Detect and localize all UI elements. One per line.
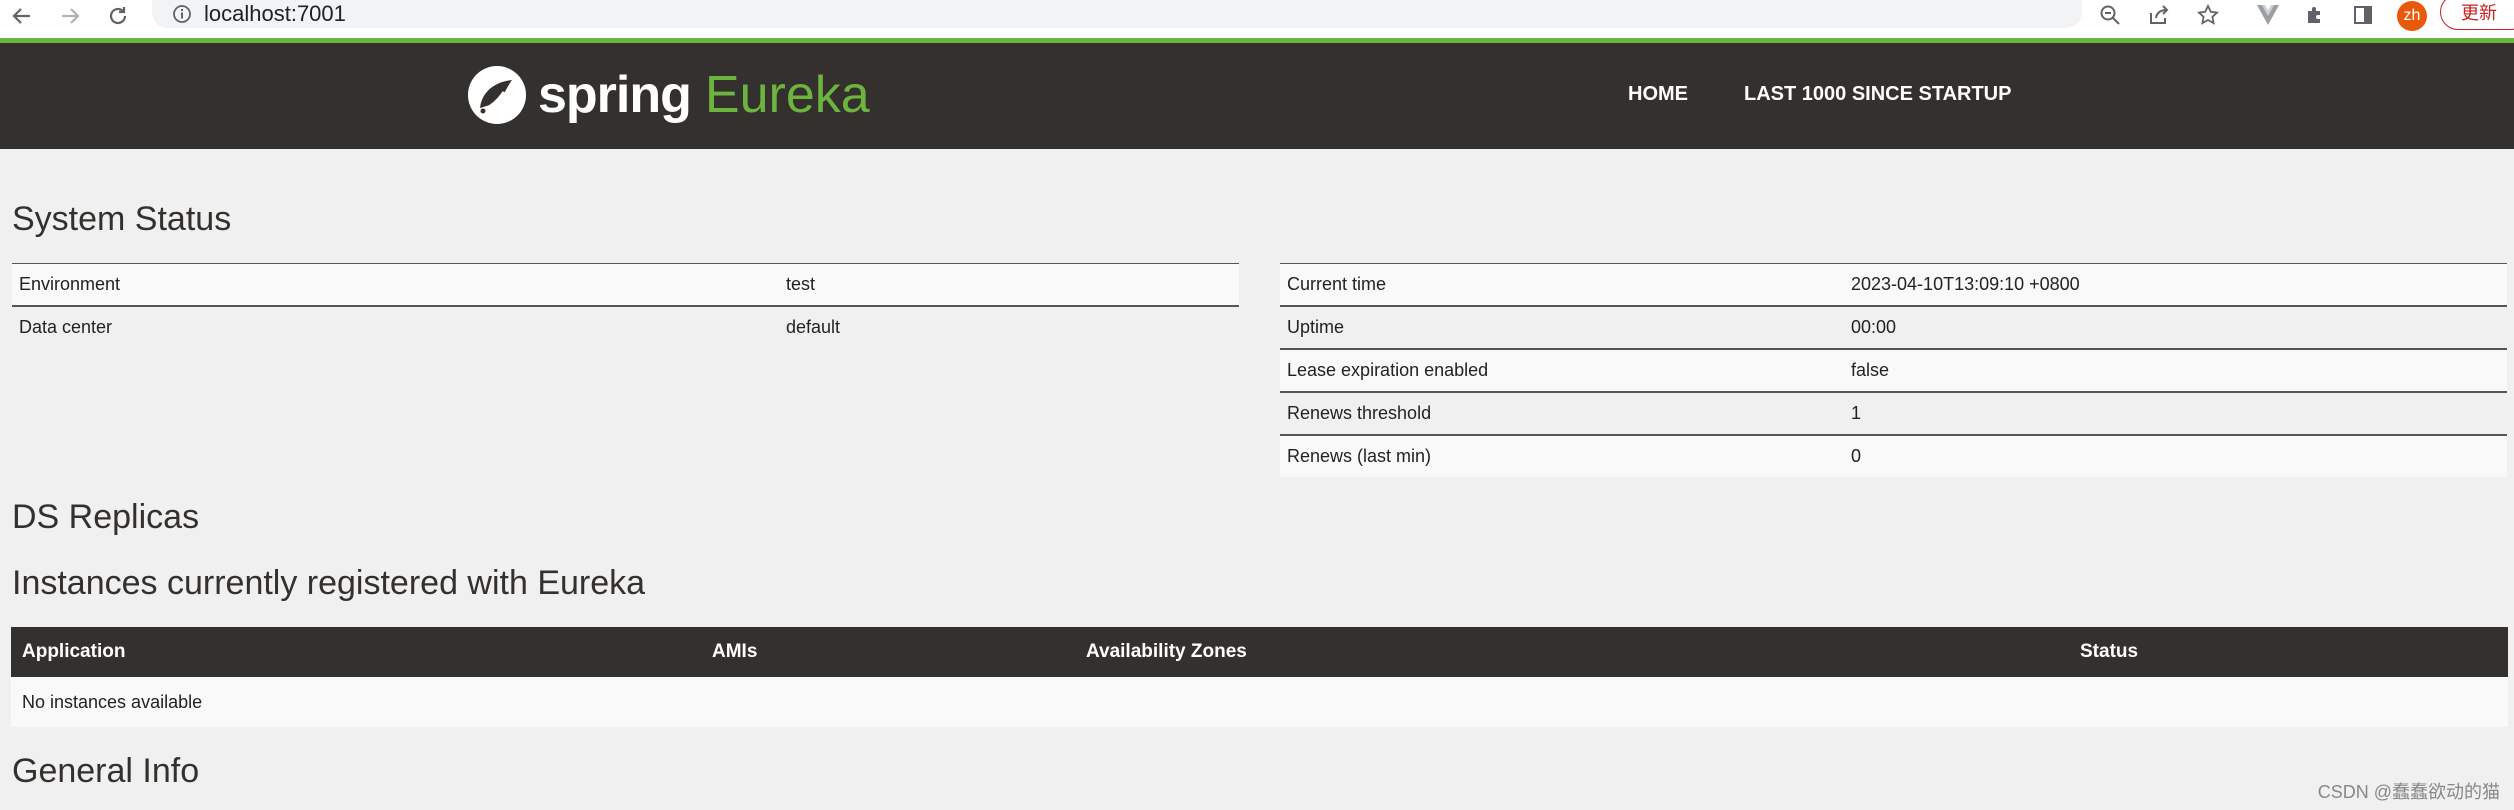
instances-heading: Instances currently registered with Eure…: [12, 564, 646, 602]
table-row: Current time 2023-04-10T13:09:10 +0800: [1280, 263, 2507, 306]
table-row: Renews (last min) 0: [1280, 434, 2507, 477]
env-label: Environment: [12, 263, 779, 306]
uptime-label: Uptime: [1280, 305, 1844, 349]
current-time-value: 2023-04-10T13:09:10 +0800: [1844, 263, 2507, 306]
system-status-right-table: Current time 2023-04-10T13:09:10 +0800 U…: [1280, 263, 2507, 477]
logo-eureka-text: Eureka: [704, 66, 870, 124]
table-row: Environment test: [12, 263, 1239, 306]
datacenter-value: default: [779, 305, 1239, 348]
table-row: Lease expiration enabled false: [1280, 348, 2507, 392]
col-amis: AMIs: [701, 627, 1075, 677]
system-status-left-table: Environment test Data center default: [12, 263, 1239, 348]
renews-last-min-value: 0: [1844, 434, 2507, 477]
reload-icon[interactable]: [104, 2, 132, 30]
address-bar[interactable]: localhost:7001: [152, 0, 2082, 28]
url-text: localhost:7001: [204, 1, 346, 26]
update-button[interactable]: 更新: [2440, 0, 2514, 30]
col-availability-zones: Availability Zones: [1075, 627, 2069, 677]
renews-threshold-value: 1: [1844, 391, 2507, 435]
lease-expiration-label: Lease expiration enabled: [1280, 348, 1844, 392]
nav-last-1000-link[interactable]: LAST 1000 SINCE STARTUP: [1744, 83, 2011, 106]
eureka-navbar: spring Eureka HOME LAST 1000 SINCE START…: [0, 43, 2514, 149]
side-panel-icon[interactable]: [2348, 0, 2378, 30]
table-row: No instances available: [11, 677, 2508, 727]
bookmark-star-icon[interactable]: [2193, 0, 2223, 30]
browser-toolbar: localhost:7001 zh 更新: [0, 0, 2514, 43]
env-value: test: [779, 263, 1239, 306]
renews-last-min-label: Renews (last min): [1280, 434, 1844, 477]
table-row: Data center default: [12, 305, 1239, 348]
vue-devtools-icon[interactable]: [2253, 0, 2283, 30]
share-icon[interactable]: [2144, 0, 2174, 30]
spring-eureka-logo[interactable]: spring Eureka: [466, 60, 870, 130]
no-instances-message: No instances available: [11, 677, 2508, 727]
instances-table: Application AMIs Availability Zones Stat…: [11, 627, 2508, 727]
forward-icon[interactable]: [56, 2, 84, 30]
zoom-icon[interactable]: [2095, 0, 2125, 30]
table-header-row: Application AMIs Availability Zones Stat…: [11, 627, 2508, 677]
nav-home-link[interactable]: HOME: [1628, 83, 1688, 106]
spring-leaf-icon: [468, 66, 526, 124]
extensions-icon[interactable]: [2300, 0, 2330, 30]
col-application: Application: [11, 627, 701, 677]
table-row: Uptime 00:00: [1280, 305, 2507, 349]
lease-expiration-value: false: [1844, 348, 2507, 392]
profile-avatar[interactable]: zh: [2397, 1, 2427, 31]
ds-replicas-heading: DS Replicas: [12, 498, 200, 536]
system-status-heading: System Status: [12, 200, 232, 238]
logo-spring-text: spring: [538, 66, 692, 124]
table-row: Renews threshold 1: [1280, 391, 2507, 435]
site-info-icon[interactable]: [172, 4, 192, 29]
datacenter-label: Data center: [12, 305, 779, 348]
col-status: Status: [2069, 627, 2508, 677]
uptime-value: 00:00: [1844, 305, 2507, 349]
current-time-label: Current time: [1280, 263, 1844, 306]
renews-threshold-label: Renews threshold: [1280, 391, 1844, 435]
back-icon[interactable]: [8, 2, 36, 30]
watermark: CSDN @蠢蠢欲动的猫: [2317, 782, 2500, 802]
general-info-heading: General Info: [12, 752, 200, 790]
